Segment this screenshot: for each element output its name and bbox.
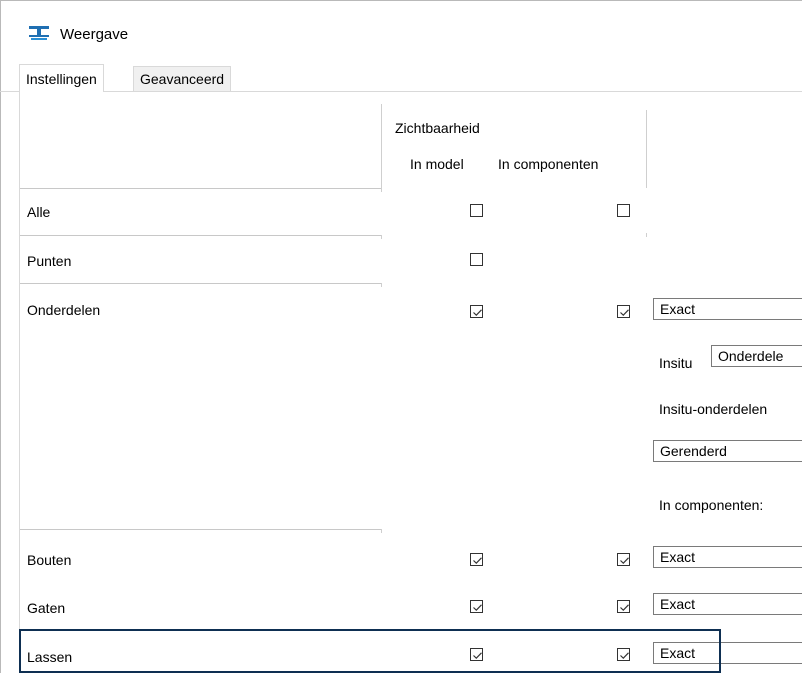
row-separator xyxy=(20,283,382,284)
row-label-punten: Punten xyxy=(27,253,72,269)
visibility-header: Zichtbaarheid xyxy=(395,120,480,136)
onderdelen-mode-dropdown[interactable]: Exact xyxy=(653,298,802,320)
lassen-row-highlight xyxy=(19,629,721,673)
settings-panel xyxy=(19,92,802,673)
check-icon xyxy=(473,557,482,565)
row-separator xyxy=(20,529,382,530)
row-separator xyxy=(20,188,382,189)
row-separator-tick xyxy=(381,529,382,533)
row-label-alle: Alle xyxy=(27,204,51,220)
tab-geavanceerd[interactable]: Geavanceerd xyxy=(133,66,232,91)
row-label-gaten: Gaten xyxy=(27,600,66,616)
header-separator xyxy=(381,104,382,188)
in-components-label: In componenten: xyxy=(659,497,764,513)
row-separator-tick xyxy=(381,235,382,239)
gaten-mode-dropdown[interactable]: Exact xyxy=(653,593,802,615)
gaten-in-model-checkbox[interactable] xyxy=(470,600,483,613)
row-separator-tick xyxy=(381,283,382,287)
bouten-in-model-checkbox[interactable] xyxy=(470,553,483,566)
header-separator xyxy=(646,110,647,188)
check-icon xyxy=(620,309,629,317)
onderdelen-in-model-checkbox[interactable] xyxy=(470,305,483,318)
row-separator-tick xyxy=(381,188,382,192)
check-icon xyxy=(620,604,629,612)
gaten-in-components-checkbox[interactable] xyxy=(617,600,630,613)
in-components-header: In componenten xyxy=(498,156,599,172)
row-label-onderdelen: Onderdelen xyxy=(27,302,101,318)
check-icon xyxy=(620,557,629,565)
bouten-mode-dropdown[interactable]: Exact xyxy=(653,546,802,568)
row-separator-tick xyxy=(646,233,647,237)
title-bar: Weergave xyxy=(1,1,801,59)
punten-in-model-checkbox[interactable] xyxy=(470,253,483,266)
insitu-dropdown[interactable]: Onderdele xyxy=(711,345,802,367)
insitu-parts-label: Insitu-onderdelen xyxy=(659,401,768,417)
tab-instellingen[interactable]: Instellingen xyxy=(19,64,104,92)
row-separator xyxy=(20,235,382,236)
in-model-header: In model xyxy=(410,156,464,172)
onderdelen-in-components-checkbox[interactable] xyxy=(617,305,630,318)
insitu-label: Insitu xyxy=(659,355,693,371)
row-label-bouten: Bouten xyxy=(27,552,72,568)
check-icon xyxy=(473,604,482,612)
window-title: Weergave xyxy=(60,26,129,43)
render-mode-dropdown[interactable]: Gerenderd xyxy=(653,440,802,462)
display-settings-icon xyxy=(28,25,50,41)
alle-in-model-checkbox[interactable] xyxy=(470,204,483,217)
check-icon xyxy=(473,309,482,317)
tab-strip: Instellingen Geavanceerd xyxy=(0,60,802,92)
bouten-in-components-checkbox[interactable] xyxy=(617,553,630,566)
alle-in-components-checkbox[interactable] xyxy=(617,204,630,217)
